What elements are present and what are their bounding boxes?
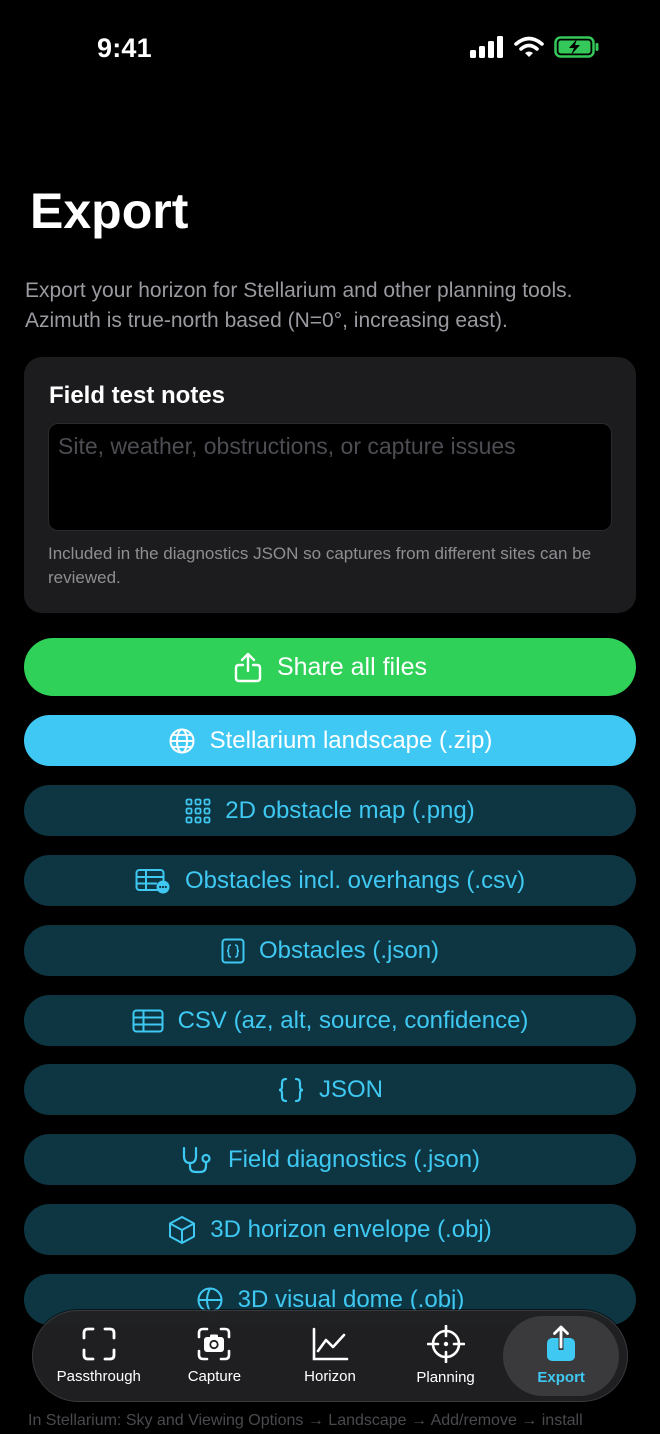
- field-notes-card: Field test notes Included in the diagnos…: [24, 357, 636, 613]
- field-notes-title: Field test notes: [49, 382, 226, 409]
- table-icon: [132, 1009, 164, 1032]
- status-time: 9:41: [97, 33, 152, 63]
- field-diagnostics-button[interactable]: Field diagnostics (.json): [24, 1134, 636, 1185]
- json-export-label: JSON: [318, 1075, 383, 1103]
- tab-capture-label: Capture: [187, 1368, 242, 1385]
- tab-horizon-label: Horizon: [304, 1368, 356, 1385]
- table-badge-icon: [135, 868, 170, 893]
- obstacles-json-label: Obstacles (.json): [258, 936, 440, 964]
- stellarium-landscape-button[interactable]: Stellarium landscape (.zip): [24, 715, 636, 766]
- tab-capture[interactable]: Capture: [157, 1316, 273, 1396]
- field-diagnostics-label: Field diagnostics (.json): [227, 1145, 481, 1173]
- tab-passthrough[interactable]: Passthrough: [41, 1316, 157, 1396]
- share-icon: [547, 1325, 576, 1361]
- battery-charging-icon: [554, 36, 599, 58]
- tab-planning-label: Planning: [416, 1369, 475, 1386]
- page-subtitle: Export your horizon for Stellarium and o…: [25, 279, 573, 332]
- status-icons: [470, 36, 600, 58]
- page-title: Export: [30, 183, 189, 239]
- share-all-files-label: Share all files: [276, 652, 428, 681]
- tab-passthrough-label: Passthrough: [56, 1368, 141, 1385]
- obstacles-overhangs-csv-label: Obstacles incl. overhangs (.csv): [184, 866, 526, 894]
- obstacles-overhangs-csv-button[interactable]: Obstacles incl. overhangs (.csv): [24, 855, 636, 906]
- chart-line-icon: [312, 1327, 349, 1361]
- cellular-signal-icon: [470, 36, 503, 58]
- stellarium-install-note: In Stellarium: Sky and Viewing Options →…: [28, 1412, 583, 1429]
- tab-planning[interactable]: Planning: [388, 1316, 504, 1396]
- csv-export-button[interactable]: CSV (az, alt, source, confidence): [24, 995, 636, 1046]
- crosshair-icon: [426, 1325, 465, 1363]
- share-icon: [234, 652, 262, 683]
- stethoscope-icon: [182, 1146, 211, 1173]
- obstacle-map-png-label: 2D obstacle map (.png): [225, 796, 475, 824]
- horizon-envelope-obj-label: 3D horizon envelope (.obj): [210, 1215, 492, 1243]
- tab-bar: Passthrough Capture Horizon Planning Exp…: [32, 1310, 628, 1402]
- obstacles-json-button[interactable]: Obstacles (.json): [24, 925, 636, 976]
- share-all-files-button[interactable]: Share all files: [24, 638, 636, 696]
- grid-dots-icon: [185, 798, 211, 823]
- tab-horizon[interactable]: Horizon: [272, 1316, 388, 1396]
- csv-export-label: CSV (az, alt, source, confidence): [177, 1006, 529, 1034]
- obstacle-map-png-button[interactable]: 2D obstacle map (.png): [24, 785, 636, 836]
- code-document-icon: [221, 938, 245, 963]
- curly-braces-icon: [278, 1077, 304, 1102]
- field-notes-input[interactable]: [48, 423, 612, 531]
- tab-export-label: Export: [537, 1369, 585, 1386]
- camera-viewfinder-icon: [198, 1327, 231, 1361]
- wifi-icon: [514, 36, 544, 57]
- json-export-button[interactable]: JSON: [24, 1064, 636, 1115]
- horizon-envelope-obj-button[interactable]: 3D horizon envelope (.obj): [24, 1204, 636, 1255]
- cube-icon: [169, 1215, 196, 1244]
- stellarium-landscape-label: Stellarium landscape (.zip): [209, 726, 493, 754]
- globe-icon: [169, 728, 195, 753]
- tab-export[interactable]: Export: [503, 1316, 619, 1396]
- viewfinder-icon: [82, 1327, 116, 1361]
- field-notes-help-text: Included in the diagnostics JSON so capt…: [48, 544, 592, 587]
- status-bar: 9:41: [0, 0, 660, 100]
